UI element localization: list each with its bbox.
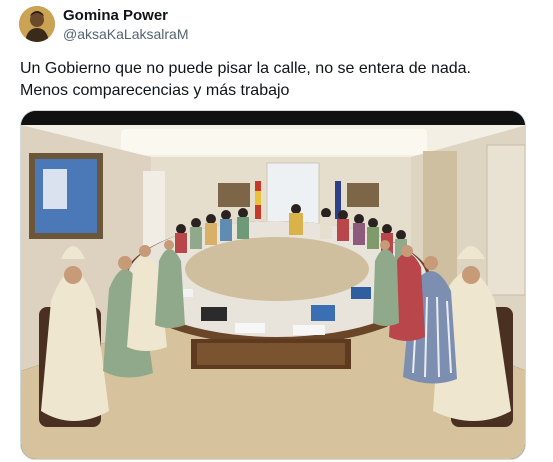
author-handle[interactable]: @aksaKaLaksalraM [63, 26, 189, 42]
tweet-text-line: Un Gobierno que no puede pisar la calle,… [20, 60, 471, 77]
avatar-icon [19, 6, 55, 42]
tweet-text-line: Menos comparecencias y más trabajo [20, 82, 290, 99]
author-avatar[interactable] [19, 6, 55, 42]
tweet-text: Un Gobierno que no puede pisar la calle,… [20, 58, 530, 102]
tweet-photo[interactable] [20, 110, 526, 460]
tweet-card: Gomina Power @aksaKaLaksalraM Un Gobiern… [0, 0, 553, 462]
meeting-photo-icon [21, 111, 525, 459]
author-name[interactable]: Gomina Power [63, 7, 168, 24]
